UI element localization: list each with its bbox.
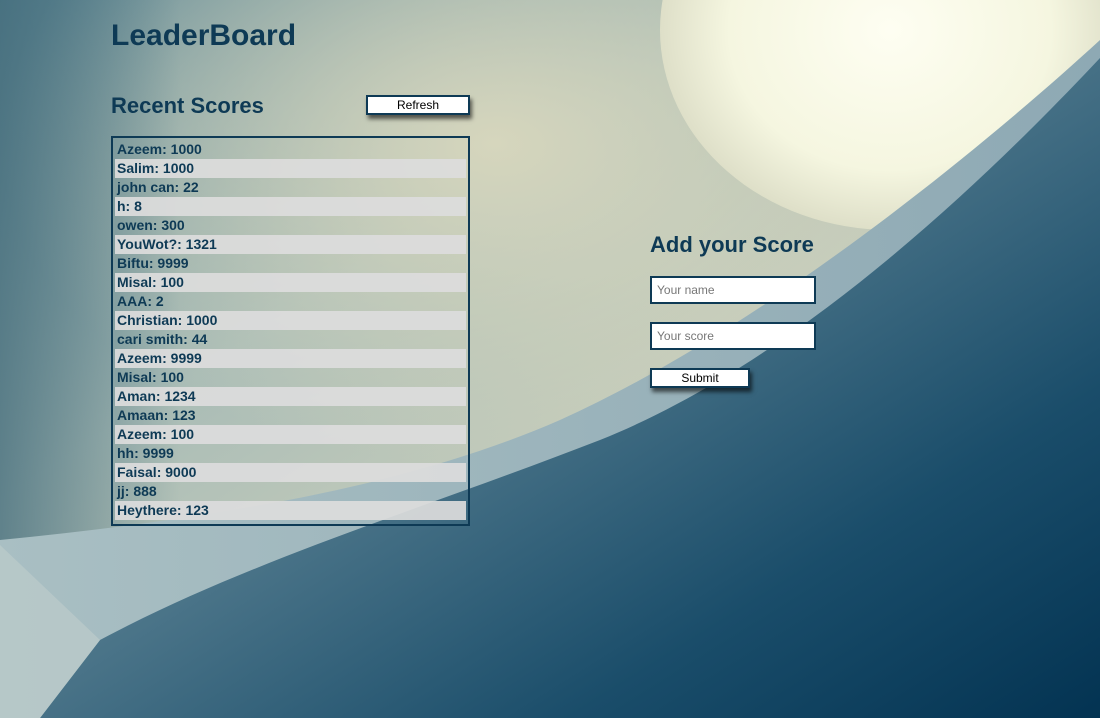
score-list-item: Misal: 100 bbox=[115, 273, 466, 292]
recent-scores-heading: Recent Scores bbox=[111, 93, 264, 118]
score-list-item: YouWot?: 1321 bbox=[115, 235, 466, 254]
score-input[interactable] bbox=[650, 322, 816, 350]
score-list-item: Salim: 1000 bbox=[115, 159, 466, 178]
score-list-item: owen: 300 bbox=[117, 217, 185, 233]
score-list-item: Azeem: 100 bbox=[115, 425, 466, 444]
refresh-button[interactable]: Refresh bbox=[366, 95, 470, 115]
score-list-item: Heythere: 123 bbox=[115, 501, 466, 520]
score-list-item: Azeem: 9999 bbox=[115, 349, 466, 368]
score-list-item: Christian: 1000 bbox=[115, 311, 466, 330]
score-list-item: hh: 9999 bbox=[117, 445, 174, 461]
score-list-item: Biftu: 9999 bbox=[117, 255, 189, 271]
score-list: Azeem: 1000 Salim: 1000 john can: 22 h: … bbox=[111, 136, 470, 526]
score-list-item: cari smith: 44 bbox=[117, 331, 208, 347]
score-list-item: Amaan: 123 bbox=[117, 407, 196, 423]
score-list-item: AAA: 2 bbox=[117, 293, 164, 309]
score-list-item: john can: 22 bbox=[117, 179, 199, 195]
score-list-item: jj: 888 bbox=[117, 483, 157, 499]
submit-button[interactable]: Submit bbox=[650, 368, 750, 388]
page-title: LeaderBoard bbox=[111, 19, 297, 52]
score-list-item: Aman: 1234 bbox=[115, 387, 466, 406]
score-list-item: Faisal: 9000 bbox=[115, 463, 466, 482]
score-list-item: Misal: 100 bbox=[117, 369, 184, 385]
score-list-item: Azeem: 1000 bbox=[117, 141, 202, 157]
add-score-heading: Add your Score bbox=[650, 232, 814, 257]
name-input[interactable] bbox=[650, 276, 816, 304]
page-content: LeaderBoard Recent Scores Refresh Azeem:… bbox=[0, 0, 1100, 718]
score-list-item: h: 8 bbox=[115, 197, 466, 216]
